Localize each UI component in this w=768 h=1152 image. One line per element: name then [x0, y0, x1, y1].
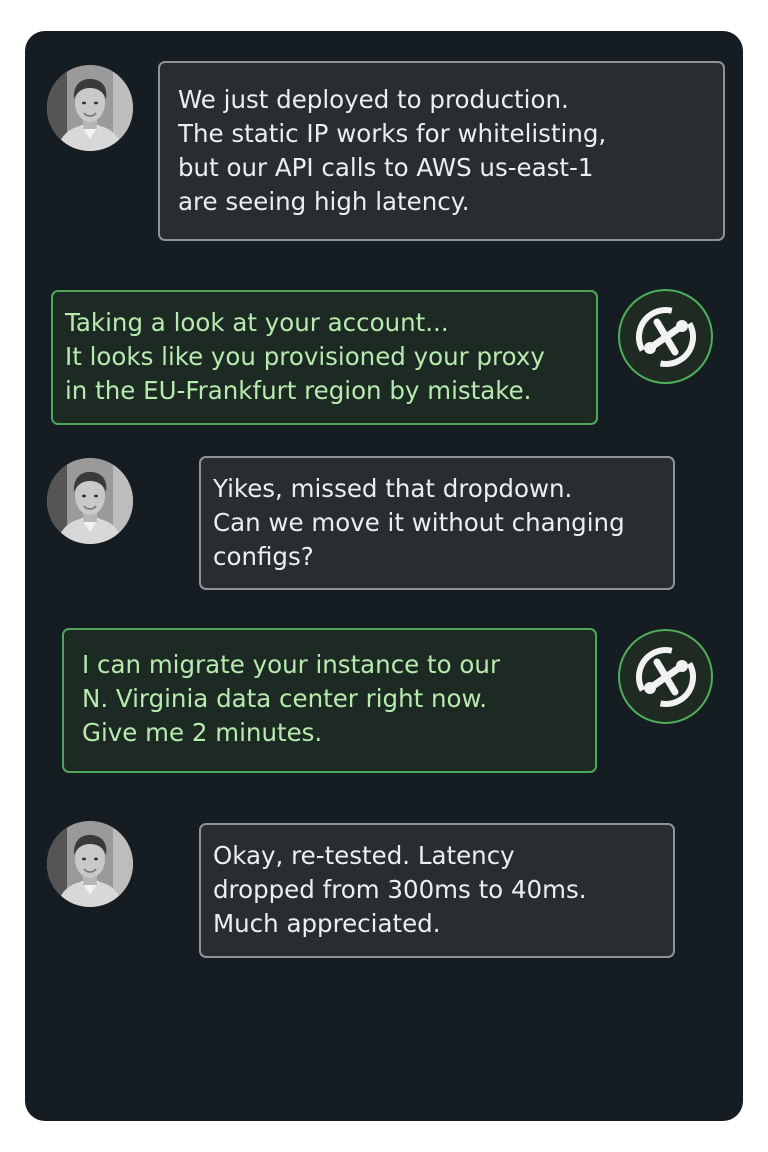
- chat-panel: We just deployed to production. The stat…: [25, 31, 743, 1121]
- user-photo-icon: [47, 65, 133, 151]
- user-photo-icon: [47, 458, 133, 544]
- support-logo-icon: [635, 306, 697, 368]
- user-avatar: [47, 65, 133, 151]
- support-message-bubble: I can migrate your instance to our N. Vi…: [62, 628, 597, 773]
- user-avatar: [47, 458, 133, 544]
- support-logo-icon: [635, 646, 697, 708]
- user-photo-icon: [47, 821, 133, 907]
- user-avatar: [47, 821, 133, 907]
- support-message-bubble: Taking a look at your account... It look…: [51, 290, 598, 425]
- user-message-bubble: We just deployed to production. The stat…: [158, 61, 725, 241]
- support-avatar: [618, 289, 713, 384]
- user-message-bubble: Yikes, missed that dropdown. Can we move…: [199, 456, 675, 590]
- support-avatar: [618, 629, 713, 724]
- user-message-bubble: Okay, re-tested. Latency dropped from 30…: [199, 823, 675, 958]
